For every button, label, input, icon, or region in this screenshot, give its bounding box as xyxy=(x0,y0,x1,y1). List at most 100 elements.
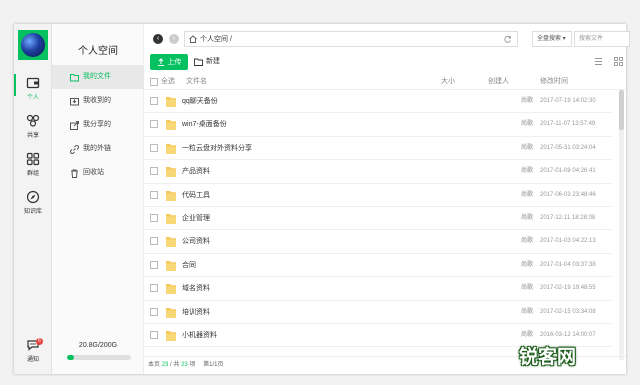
compass-icon xyxy=(26,190,40,204)
row-checkbox[interactable] xyxy=(150,307,158,316)
table-row[interactable]: 一粒云盘对外资料分享 尚歌 2017-05-31 03:24:04 xyxy=(144,137,612,161)
footer-middle: / 共 xyxy=(170,362,180,368)
file-name[interactable]: 域名资料 xyxy=(182,277,210,300)
nav-item-groups[interactable]: 群组 xyxy=(14,152,52,177)
row-checkbox[interactable] xyxy=(150,237,158,246)
folder-icon xyxy=(166,167,176,178)
search-scope-dropdown[interactable]: 全盘搜索 ▾ xyxy=(532,31,572,47)
folder-icon xyxy=(70,73,79,81)
table-row[interactable]: 企业管理 尚歌 2017-12-11 18:28:08 xyxy=(144,207,612,231)
column-header-size[interactable]: 大小 xyxy=(441,74,455,90)
main-panel: ‹ › 个人空间 / 全盘搜索 ▾ 搜索文件 上传 新建 全选 文件名 大小 创… xyxy=(144,24,630,374)
row-checkbox[interactable] xyxy=(150,330,158,339)
file-name[interactable]: 企业管理 xyxy=(182,207,210,230)
refresh-icon[interactable] xyxy=(504,35,512,43)
folder-icon xyxy=(166,330,176,341)
row-checkbox[interactable] xyxy=(150,260,158,269)
search-input[interactable]: 搜索文件 xyxy=(574,31,630,47)
file-name[interactable]: 产品资料 xyxy=(182,160,210,183)
select-all-checkbox[interactable] xyxy=(150,78,158,86)
file-name[interactable]: 公司资料 xyxy=(182,230,210,253)
back-button[interactable]: ‹ xyxy=(153,34,163,44)
row-checkbox[interactable] xyxy=(150,284,158,293)
folder-icon xyxy=(166,284,176,295)
nav-item-shared[interactable]: 共享 xyxy=(14,114,52,139)
path-bar[interactable]: 个人空间 / xyxy=(184,31,518,47)
column-header-mtime[interactable]: 修改时间 xyxy=(540,74,568,90)
file-creator: 尚歌 xyxy=(521,168,534,175)
forward-button[interactable]: › xyxy=(169,34,179,44)
file-creator: 尚歌 xyxy=(521,261,534,268)
path-text: 个人空间 / xyxy=(200,36,232,43)
table-row[interactable]: 域名资料 尚歌 2017-02-19 19:48:55 xyxy=(144,277,612,301)
footer-suffix: 项 xyxy=(189,362,196,368)
file-mtime: 2017-11-07 13:57:49 xyxy=(540,121,596,128)
sidebar-item-received[interactable]: 我收到的 xyxy=(52,89,144,113)
nav-item-knowledge[interactable]: 知识库 xyxy=(14,190,52,215)
list-view-icon[interactable] xyxy=(594,57,603,66)
sidebar-item-my-files[interactable]: 我的文件 xyxy=(52,65,144,89)
file-creator: 尚歌 xyxy=(521,285,534,292)
file-name[interactable]: 合同 xyxy=(182,254,196,277)
upload-icon xyxy=(157,58,164,66)
storage-quota-fill xyxy=(67,355,74,360)
table-row[interactable]: 培训资料 尚歌 2017-02-15 03:34:08 xyxy=(144,301,612,324)
grid-view-icon[interactable] xyxy=(614,57,623,66)
nav-label: 共享 xyxy=(26,133,39,139)
file-creator: 尚歌 xyxy=(521,144,534,151)
row-checkbox[interactable] xyxy=(150,190,158,199)
file-name[interactable]: win7-桌面备份 xyxy=(182,113,227,136)
select-all-label[interactable]: 全选 xyxy=(161,74,175,90)
storage-quota-text: 20.8G/200G xyxy=(78,342,118,349)
avatar-image xyxy=(21,33,45,57)
home-icon xyxy=(189,35,197,43)
file-name[interactable]: 一粒云盘对外资料分享 xyxy=(182,137,252,160)
folder-icon xyxy=(166,213,176,224)
nav-rail: 个人 共享 群组 知识库 6 通知 xyxy=(14,24,52,374)
sidebar-item-trash[interactable]: 回收站 xyxy=(52,161,144,185)
file-name[interactable]: 小机器资料 xyxy=(182,324,217,347)
watermark-text: 锐客网 xyxy=(519,346,577,368)
upload-button[interactable]: 上传 xyxy=(150,54,188,70)
row-checkbox[interactable] xyxy=(150,167,158,176)
avatar[interactable] xyxy=(18,30,48,60)
scrollbar[interactable] xyxy=(619,90,624,360)
file-mtime: 2017-12-11 18:28:08 xyxy=(540,214,596,221)
table-row[interactable]: 产品资料 尚歌 2017-01-09 04:26:41 xyxy=(144,160,612,184)
scrollbar-thumb[interactable] xyxy=(619,90,624,130)
file-mtime: 2017-05-31 03:24:04 xyxy=(540,144,596,151)
footer-prefix: 本页 xyxy=(148,362,161,368)
row-checkbox[interactable] xyxy=(150,143,158,152)
nav-label: 群组 xyxy=(26,171,39,177)
file-list: qq聊天备份 尚歌 2017-07-19 14:02:30 win7-桌面备份 尚歌 20… xyxy=(144,90,612,348)
file-creator: 尚歌 xyxy=(521,308,534,315)
group-icon xyxy=(26,152,40,166)
table-row[interactable]: 公司资料 尚歌 2017-01-03 04:22:13 xyxy=(144,230,612,254)
trash-icon xyxy=(71,169,78,178)
app-window: 个人 共享 群组 知识库 6 通知 个人空间 我的文件 我收到的 我分享的 我的… xyxy=(14,24,630,374)
nav-item-notifications[interactable]: 6 通知 xyxy=(14,338,52,363)
sidebar-item-links[interactable]: 我的外链 xyxy=(52,137,144,161)
new-folder-button[interactable]: 新建 xyxy=(194,54,220,70)
nav-item-personal[interactable]: 个人 xyxy=(14,74,52,101)
file-name[interactable]: qq聊天备份 xyxy=(182,90,218,113)
column-header-name[interactable]: 文件名 xyxy=(186,74,207,90)
folder-icon xyxy=(166,120,176,131)
table-row[interactable]: 合同 尚歌 2017-01-04 03:37:38 xyxy=(144,254,612,278)
file-mtime: 2017-02-19 19:48:55 xyxy=(540,285,596,292)
row-checkbox[interactable] xyxy=(150,213,158,222)
column-header-creator[interactable]: 创建人 xyxy=(488,74,509,90)
table-row[interactable]: qq聊天备份 尚歌 2017-07-19 14:02:30 xyxy=(144,90,612,114)
nav-label: 个人 xyxy=(26,95,39,101)
table-row[interactable]: win7-桌面备份 尚歌 2017-11-07 13:57:49 xyxy=(144,113,612,137)
table-row[interactable]: 代码工具 尚歌 2017-06-03 23:48:46 xyxy=(144,184,612,207)
file-name[interactable]: 培训资料 xyxy=(182,301,210,324)
folder-icon xyxy=(166,260,176,271)
row-checkbox[interactable] xyxy=(150,120,158,129)
sidebar-item-label: 我分享的 xyxy=(83,121,111,128)
sidebar-item-shared-by-me[interactable]: 我分享的 xyxy=(52,113,144,137)
file-name[interactable]: 代码工具 xyxy=(182,184,210,207)
row-checkbox[interactable] xyxy=(150,97,158,105)
folder-icon xyxy=(166,190,176,201)
upload-label: 上传 xyxy=(167,59,182,66)
